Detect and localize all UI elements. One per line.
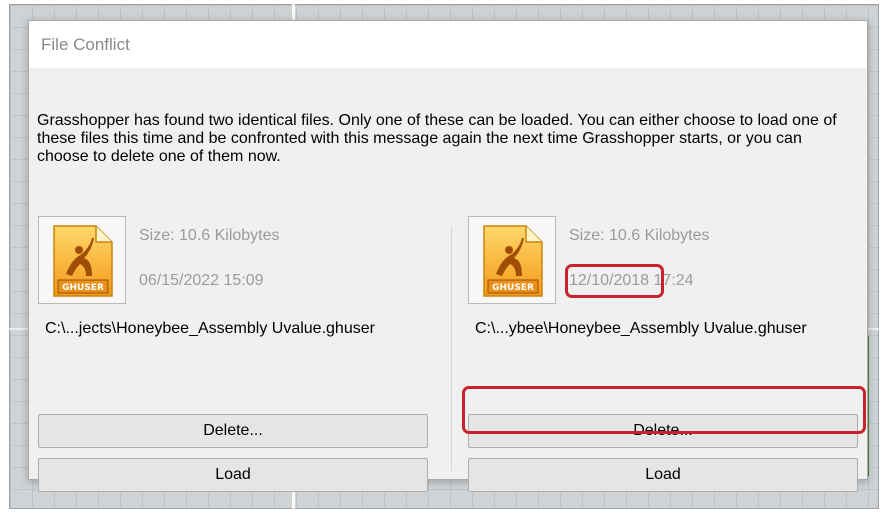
- file-size: Size: 10.6 Kilobytes: [139, 227, 280, 244]
- delete-button-left[interactable]: Delete...: [38, 414, 428, 448]
- ghuser-file-icon: GHUSER: [483, 225, 543, 297]
- file-panel-right: GHUSER Size: 10.6 Kilobytes 12/10/2018 1…: [459, 216, 859, 492]
- icon-label: GHUSER: [62, 283, 104, 293]
- file-date: 06/15/2022 15:09: [139, 272, 264, 289]
- file-path: C:\...ybee\Honeybee_Assembly Uvalue.ghus…: [475, 320, 807, 337]
- delete-button-highlight: [462, 386, 866, 434]
- load-button-left[interactable]: Load: [38, 458, 428, 492]
- icon-label: GHUSER: [492, 283, 534, 293]
- file-panel-left: GHUSER Size: 10.6 Kilobytes 06/15/2022 1…: [29, 216, 429, 492]
- file-size: Size: 10.6 Kilobytes: [569, 227, 710, 244]
- panel-divider: [451, 226, 452, 471]
- ghuser-file-icon: GHUSER: [53, 225, 113, 297]
- load-button-right[interactable]: Load: [468, 458, 858, 492]
- date-highlight: [565, 264, 664, 298]
- file-thumbnail: GHUSER: [38, 216, 126, 304]
- dialog-title: File Conflict: [41, 35, 130, 54]
- conflict-message: Grasshopper has found two identical file…: [37, 112, 837, 165]
- file-path: C:\...jects\Honeybee_Assembly Uvalue.ghu…: [45, 320, 375, 337]
- dialog-titlebar: File Conflict: [29, 21, 867, 68]
- file-thumbnail: GHUSER: [468, 216, 556, 304]
